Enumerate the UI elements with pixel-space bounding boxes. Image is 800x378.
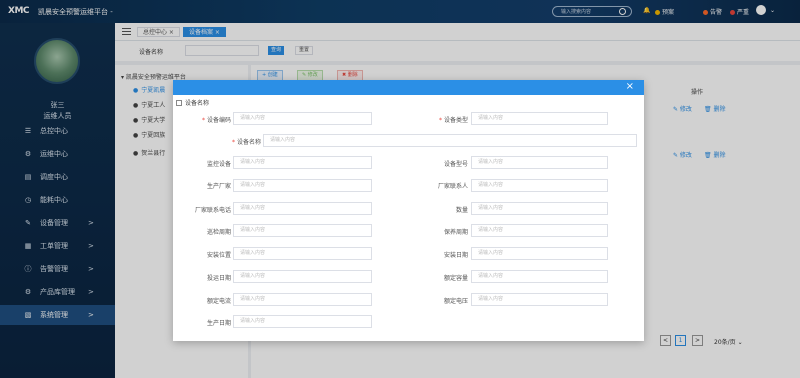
device-name-checkbox-row[interactable]: 设备名称 [176, 98, 209, 107]
install-location-input[interactable]: 请输入内容 [233, 247, 372, 260]
rated-voltage-input[interactable]: 请输入内容 [471, 293, 608, 306]
dialog-header: × [173, 80, 644, 95]
field-label-monitor-device: 监控设备 [206, 161, 231, 168]
install-date-input[interactable]: 请输入内容 [471, 247, 608, 260]
field-label-device-model: 设备型号 [443, 161, 468, 168]
manufacturer-contact-input[interactable]: 请输入内容 [471, 179, 608, 192]
close-icon[interactable]: × [626, 81, 634, 93]
production-date-input[interactable]: 请输入内容 [233, 315, 372, 328]
field-label-install-date: 安装日期 [443, 252, 468, 259]
field-label-device-name: * 设备名称 [231, 139, 261, 146]
field-label-manufacturer-contact: 厂家联系人 [437, 183, 468, 190]
field-label-rated-current: 额定电流 [206, 298, 231, 305]
device-model-input[interactable]: 请输入内容 [471, 156, 608, 169]
field-label-quantity: 数量 [455, 207, 468, 214]
device-form-dialog: × 设备名称 * 设备编码 * 设备名称 监控设备 生产厂家 厂家联系电话 巡检周期… [173, 80, 644, 341]
field-label-manufacturer: 生产厂家 [206, 183, 231, 190]
checkbox[interactable] [176, 99, 182, 106]
field-label-device-type: * 设备类型 [438, 117, 468, 124]
field-label-rated-capacity: 额定容量 [443, 275, 468, 282]
field-label-manufacturer-phone: 厂家联系电话 [194, 207, 231, 214]
field-label-install-location: 安装位置 [206, 252, 231, 259]
field-label-device-code: * 设备编码 [201, 117, 231, 124]
monitor-device-input[interactable]: 请输入内容 [233, 156, 372, 169]
manufacturer-input[interactable]: 请输入内容 [233, 179, 372, 192]
maintenance-cycle-input[interactable]: 请输入内容 [471, 224, 608, 237]
device-name-input[interactable]: 请输入内容 [263, 134, 637, 147]
manufacturer-phone-input[interactable]: 请输入内容 [233, 202, 372, 215]
field-label-inspection-cycle: 巡检周期 [206, 229, 231, 236]
field-label-commission-date: 投运日期 [206, 275, 231, 282]
rated-current-input[interactable]: 请输入内容 [233, 293, 372, 306]
quantity-input[interactable]: 请输入内容 [471, 202, 608, 215]
device-code-input[interactable]: 请输入内容 [233, 112, 372, 125]
inspection-cycle-input[interactable]: 请输入内容 [233, 224, 372, 237]
field-label-maintenance-cycle: 保养周期 [443, 229, 468, 236]
field-label-rated-voltage: 额定电压 [443, 298, 468, 305]
field-label-production-date: 生产日期 [206, 320, 231, 327]
rated-capacity-input[interactable]: 请输入内容 [471, 270, 608, 283]
device-type-input[interactable]: 请输入内容 [471, 112, 608, 125]
commission-date-input[interactable]: 请输入内容 [233, 270, 372, 283]
